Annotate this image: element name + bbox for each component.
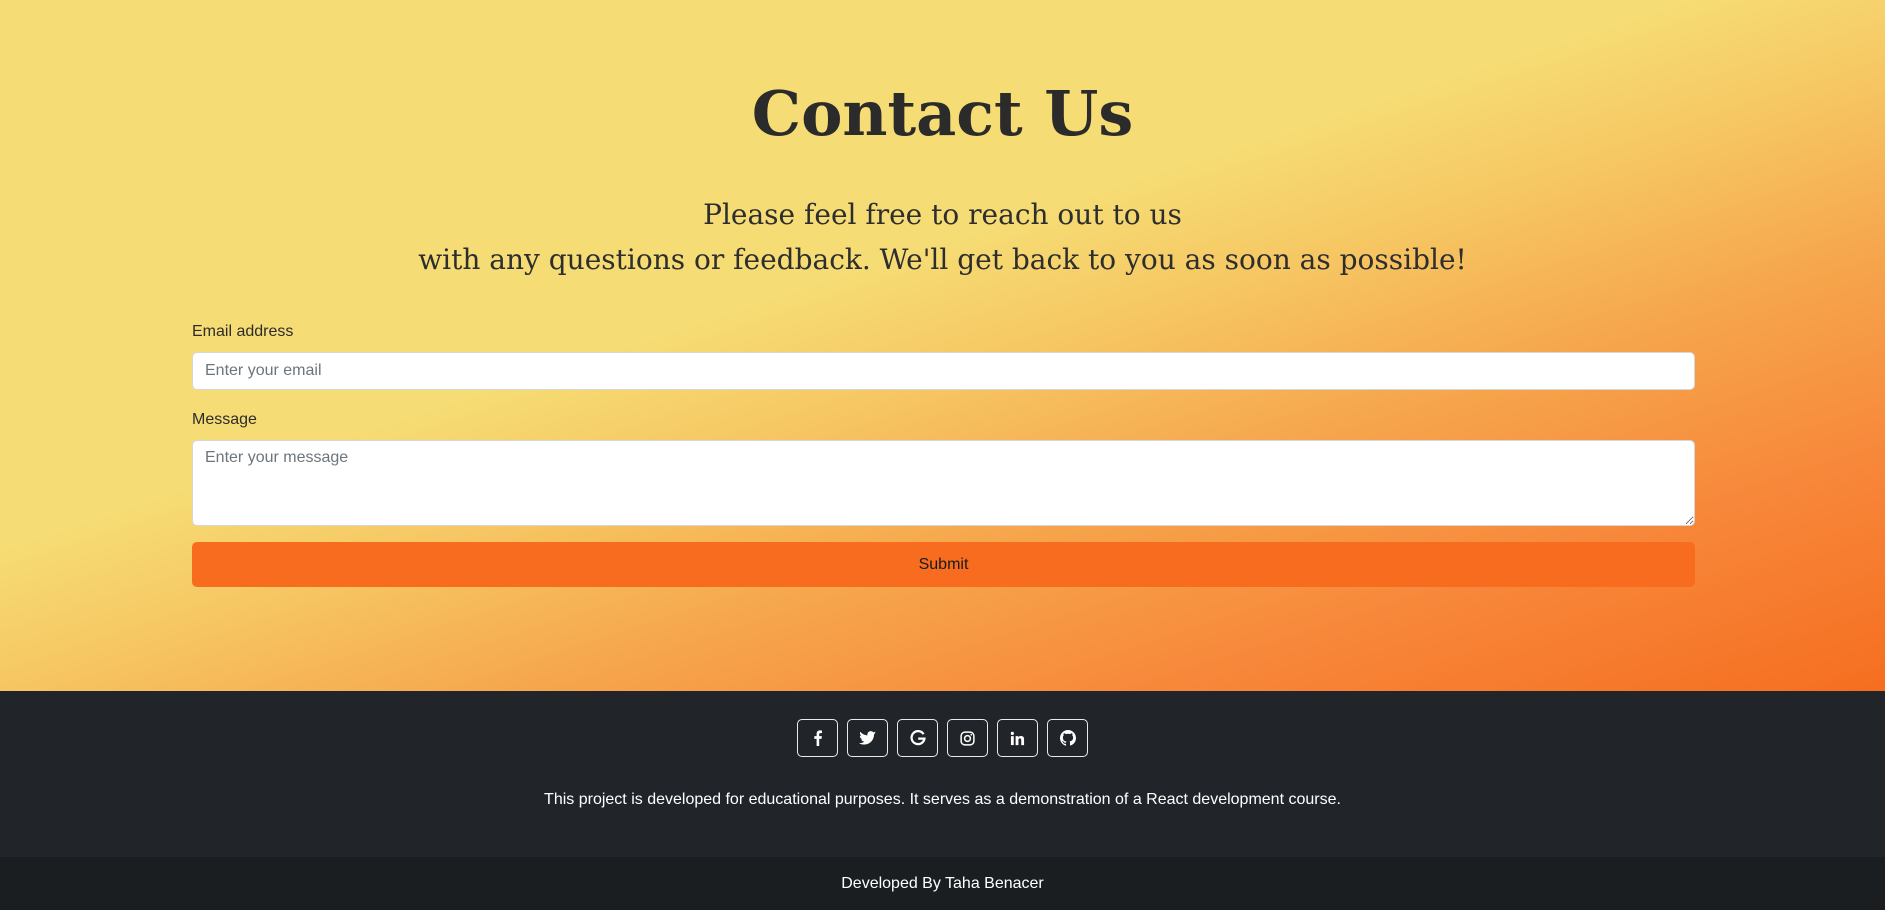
message-field[interactable] bbox=[192, 440, 1695, 526]
message-group: Message bbox=[192, 408, 1695, 526]
github-link[interactable] bbox=[1047, 719, 1088, 757]
twitter-link[interactable] bbox=[847, 719, 888, 757]
instagram-icon bbox=[960, 730, 975, 746]
contact-hero: Contact Us Please feel free to reach out… bbox=[0, 0, 1885, 691]
site-footer: This project is developed for educationa… bbox=[0, 691, 1885, 857]
social-links bbox=[0, 719, 1885, 757]
lead-line-2: with any questions or feedback. We'll ge… bbox=[418, 243, 1467, 276]
linkedin-link[interactable] bbox=[997, 719, 1038, 757]
copyright-bar: Developed By Taha Benacer bbox=[0, 857, 1885, 910]
email-label: Email address bbox=[192, 323, 294, 340]
github-icon bbox=[1059, 730, 1076, 746]
developed-by-label: Developed By bbox=[841, 875, 946, 892]
page-lead: Please feel free to reach out to us with… bbox=[0, 192, 1885, 282]
author-name: Taha Benacer bbox=[945, 875, 1044, 892]
contact-form: Email address Message Submit bbox=[192, 320, 1695, 587]
facebook-icon bbox=[810, 730, 826, 746]
lead-line-1: Please feel free to reach out to us bbox=[703, 198, 1182, 231]
email-field[interactable] bbox=[192, 352, 1695, 390]
instagram-link[interactable] bbox=[947, 719, 988, 757]
contact-page: Contact Us Please feel free to reach out… bbox=[0, 0, 1885, 910]
submit-button[interactable]: Submit bbox=[192, 542, 1695, 587]
twitter-icon bbox=[859, 730, 876, 746]
footer-description: This project is developed for educationa… bbox=[544, 791, 1341, 808]
google-icon bbox=[910, 730, 926, 746]
linkedin-icon bbox=[1010, 731, 1025, 746]
facebook-link[interactable] bbox=[797, 719, 838, 757]
message-label: Message bbox=[192, 411, 257, 428]
google-link[interactable] bbox=[897, 719, 938, 757]
page-title: Contact Us bbox=[751, 77, 1134, 150]
